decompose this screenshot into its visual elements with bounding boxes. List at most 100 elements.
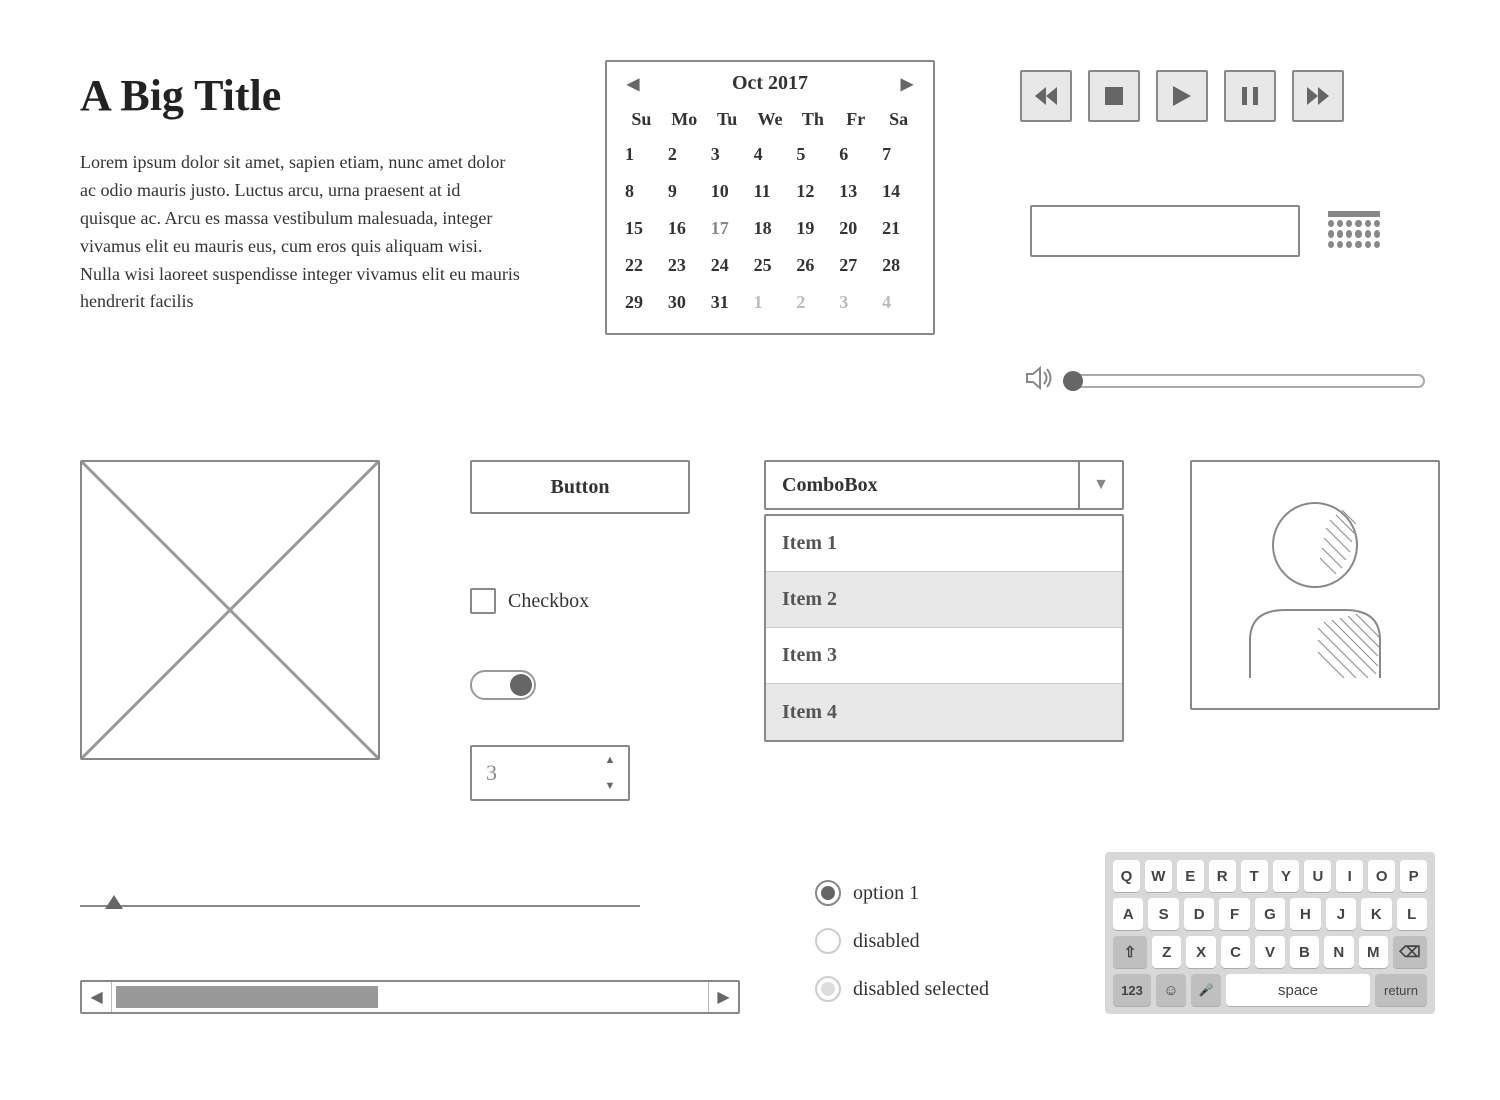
- key-f[interactable]: F: [1219, 898, 1249, 930]
- stop-button[interactable]: [1088, 70, 1140, 122]
- key-o[interactable]: O: [1368, 860, 1395, 892]
- radio-option[interactable]: option 1: [815, 880, 989, 906]
- calendar-day[interactable]: 11: [750, 175, 791, 208]
- checkbox[interactable]: Checkbox: [470, 588, 589, 614]
- checkbox-box[interactable]: [470, 588, 496, 614]
- mic-key-icon[interactable]: 🎤: [1191, 974, 1221, 1006]
- calendar-day[interactable]: 21: [878, 212, 919, 245]
- radio-button[interactable]: [815, 880, 841, 906]
- play-button[interactable]: [1156, 70, 1208, 122]
- key-l[interactable]: L: [1397, 898, 1427, 930]
- chevron-down-icon[interactable]: ▼: [1078, 462, 1122, 508]
- backspace-key-icon[interactable]: ⌫: [1393, 936, 1427, 968]
- key-e[interactable]: E: [1177, 860, 1204, 892]
- key-b[interactable]: B: [1290, 936, 1319, 968]
- key-s[interactable]: S: [1148, 898, 1178, 930]
- scrollbar-thumb[interactable]: [116, 986, 378, 1008]
- calendar-day[interactable]: 9: [664, 175, 705, 208]
- emoji-key-icon[interactable]: ☺: [1156, 974, 1186, 1006]
- calendar-day[interactable]: 7: [878, 138, 919, 171]
- calendar-day[interactable]: 1: [621, 138, 662, 171]
- key-m[interactable]: M: [1359, 936, 1388, 968]
- calendar-day[interactable]: 8: [621, 175, 662, 208]
- key-h[interactable]: H: [1290, 898, 1320, 930]
- key-123[interactable]: 123: [1113, 974, 1151, 1006]
- key-space[interactable]: space: [1226, 974, 1370, 1006]
- calendar-day[interactable]: 2: [664, 138, 705, 171]
- key-c[interactable]: C: [1221, 936, 1250, 968]
- key-v[interactable]: V: [1255, 936, 1284, 968]
- calendar-day[interactable]: 17: [707, 212, 748, 245]
- calendar-day[interactable]: 3: [707, 138, 748, 171]
- slider-thumb[interactable]: [105, 895, 123, 909]
- key-w[interactable]: W: [1145, 860, 1172, 892]
- calendar-day[interactable]: 24: [707, 249, 748, 282]
- calendar-day[interactable]: 16: [664, 212, 705, 245]
- key-a[interactable]: A: [1113, 898, 1143, 930]
- key-t[interactable]: T: [1241, 860, 1268, 892]
- key-y[interactable]: Y: [1273, 860, 1300, 892]
- calendar-day[interactable]: 1: [750, 286, 791, 319]
- rewind-button[interactable]: [1020, 70, 1072, 122]
- key-n[interactable]: N: [1324, 936, 1353, 968]
- calendar-day[interactable]: 13: [835, 175, 876, 208]
- calendar-day[interactable]: 12: [792, 175, 833, 208]
- list-item[interactable]: Item 2: [766, 572, 1122, 628]
- key-q[interactable]: Q: [1113, 860, 1140, 892]
- volume-track[interactable]: [1071, 374, 1425, 388]
- calendar-day[interactable]: 10: [707, 175, 748, 208]
- fast-forward-button[interactable]: [1292, 70, 1344, 122]
- calendar-next-icon[interactable]: ▶: [895, 74, 919, 94]
- combobox[interactable]: ComboBox ▼: [764, 460, 1124, 510]
- key-i[interactable]: I: [1336, 860, 1363, 892]
- calendar-day[interactable]: 6: [835, 138, 876, 171]
- calendar-day[interactable]: 22: [621, 249, 662, 282]
- key-r[interactable]: R: [1209, 860, 1236, 892]
- calendar-day[interactable]: 31: [707, 286, 748, 319]
- numeric-stepper[interactable]: 3 ▲ ▼: [470, 745, 630, 801]
- calendar-day[interactable]: 30: [664, 286, 705, 319]
- date-input[interactable]: [1030, 205, 1300, 257]
- volume-thumb[interactable]: [1063, 371, 1083, 391]
- key-x[interactable]: X: [1186, 936, 1215, 968]
- generic-button[interactable]: Button: [470, 460, 690, 514]
- key-u[interactable]: U: [1304, 860, 1331, 892]
- key-z[interactable]: Z: [1152, 936, 1181, 968]
- stepper-down-icon[interactable]: ▼: [592, 773, 628, 799]
- calendar-day[interactable]: 15: [621, 212, 662, 245]
- list-item[interactable]: Item 1: [766, 516, 1122, 572]
- calendar-day[interactable]: 27: [835, 249, 876, 282]
- calendar-day[interactable]: 3: [835, 286, 876, 319]
- calendar-day[interactable]: 5: [792, 138, 833, 171]
- scroll-right-icon[interactable]: ▶: [708, 982, 738, 1012]
- key-return[interactable]: return: [1375, 974, 1427, 1006]
- key-g[interactable]: G: [1255, 898, 1285, 930]
- key-k[interactable]: K: [1361, 898, 1391, 930]
- calendar-day[interactable]: 26: [792, 249, 833, 282]
- calendar-day[interactable]: 29: [621, 286, 662, 319]
- calendar-day[interactable]: 4: [878, 286, 919, 319]
- datepicker-icon[interactable]: [1328, 211, 1380, 251]
- horizontal-scrollbar[interactable]: ◀ ▶: [80, 980, 740, 1014]
- toggle-switch[interactable]: [470, 670, 536, 700]
- volume-slider[interactable]: [1025, 365, 1425, 396]
- calendar-day[interactable]: 19: [792, 212, 833, 245]
- scroll-left-icon[interactable]: ◀: [82, 982, 112, 1012]
- stepper-value[interactable]: 3: [472, 747, 592, 799]
- calendar-day[interactable]: 18: [750, 212, 791, 245]
- calendar-prev-icon[interactable]: ◀: [621, 74, 645, 94]
- shift-key-icon[interactable]: ⇧: [1113, 936, 1147, 968]
- pause-button[interactable]: [1224, 70, 1276, 122]
- key-p[interactable]: P: [1400, 860, 1427, 892]
- calendar-day[interactable]: 20: [835, 212, 876, 245]
- calendar-day[interactable]: 2: [792, 286, 833, 319]
- list-item[interactable]: Item 3: [766, 628, 1122, 684]
- calendar[interactable]: ◀ Oct 2017 ▶ SuMoTuWeThFrSa1234567891011…: [605, 60, 935, 335]
- calendar-day[interactable]: 4: [750, 138, 791, 171]
- list-item[interactable]: Item 4: [766, 684, 1122, 740]
- onscreen-keyboard[interactable]: QWERTYUIOP ASDFGHJKL ⇧ZXCVBNM⌫ 123☺🎤spac…: [1105, 852, 1435, 1014]
- scrollbar-track[interactable]: [112, 982, 708, 1012]
- key-j[interactable]: J: [1326, 898, 1356, 930]
- slider[interactable]: [80, 895, 640, 915]
- calendar-day[interactable]: 14: [878, 175, 919, 208]
